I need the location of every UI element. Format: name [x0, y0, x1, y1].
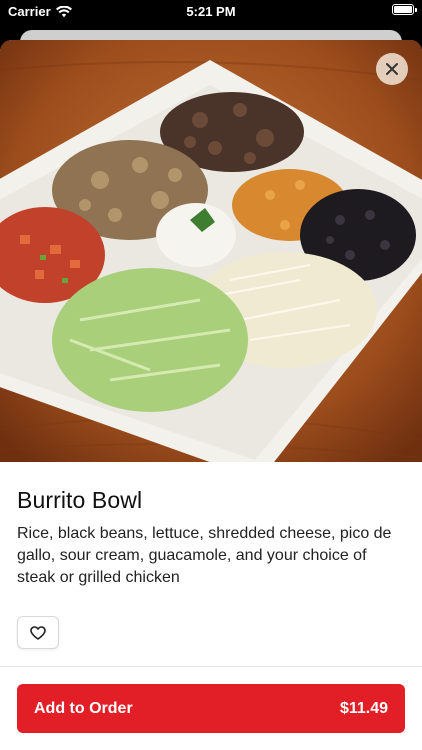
screen: Carrier 5:21 PM Burrito Bowl Rice, black…: [0, 0, 422, 750]
item-price: $11.49: [339, 699, 388, 717]
heart-icon: [30, 625, 46, 640]
burrito-bowl-illustration: [0, 40, 422, 462]
close-button[interactable]: [376, 53, 408, 85]
add-to-order-button[interactable]: Add to Order $11.49: [17, 684, 405, 733]
item-photo: [0, 40, 422, 462]
item-description: Rice, black beans, lettuce, shredded che…: [17, 525, 392, 586]
close-icon: [386, 63, 398, 75]
favorite-button[interactable]: [17, 616, 59, 649]
item-details: Burrito Bowl Rice, black beans, lettuce,…: [0, 462, 422, 589]
status-right: [392, 4, 417, 15]
item-detail-sheet: Burrito Bowl Rice, black beans, lettuce,…: [0, 40, 422, 750]
divider: [0, 666, 422, 667]
item-title: Burrito Bowl: [17, 487, 143, 513]
add-to-order-label: Add to Order: [34, 699, 133, 717]
status-time: 5:21 PM: [186, 4, 236, 19]
status-bar: Carrier 5:21 PM: [0, 0, 422, 24]
battery-icon: [392, 4, 417, 15]
